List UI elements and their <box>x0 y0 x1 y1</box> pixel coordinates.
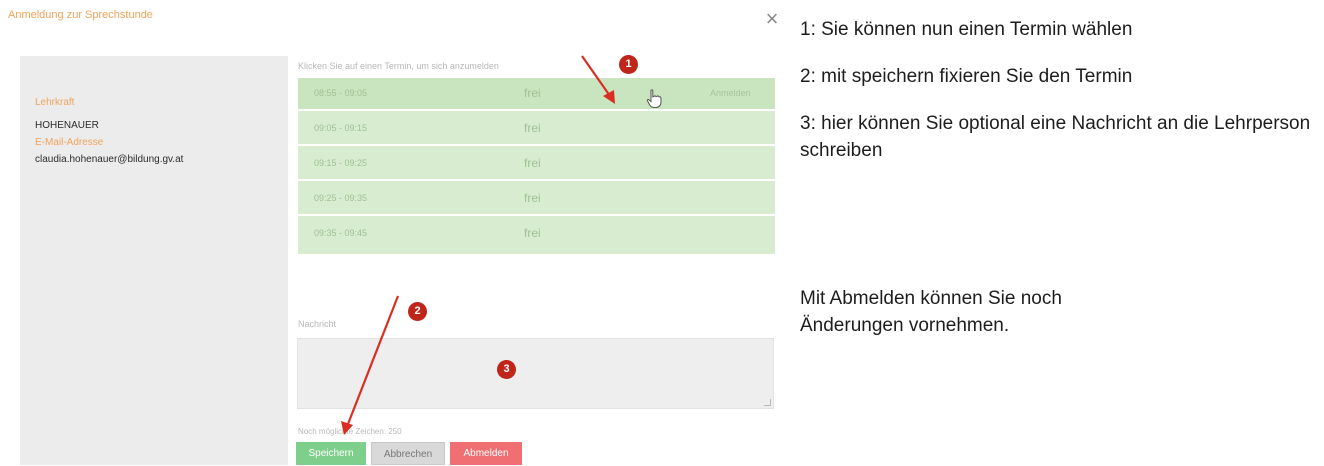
annotation-arrows <box>341 55 615 435</box>
arrow-to-save-button <box>341 295 400 435</box>
arrow-to-slot <box>581 55 615 104</box>
instruction-note-abmelden: Mit Abmelden können Sie noch Änderungen … <box>800 288 1062 336</box>
instruction-step-3: 3: hier können Sie optional eine Nachric… <box>800 113 1311 161</box>
marker-1: 1 <box>619 55 638 74</box>
marker-2: 2 <box>408 302 427 321</box>
marker-3: 3 <box>497 360 516 379</box>
instruction-step-1: 1: Sie können nun einen Termin wählen <box>800 19 1133 40</box>
instruction-step-2: 2: mit speichern fixieren Sie den Termin <box>800 66 1133 87</box>
